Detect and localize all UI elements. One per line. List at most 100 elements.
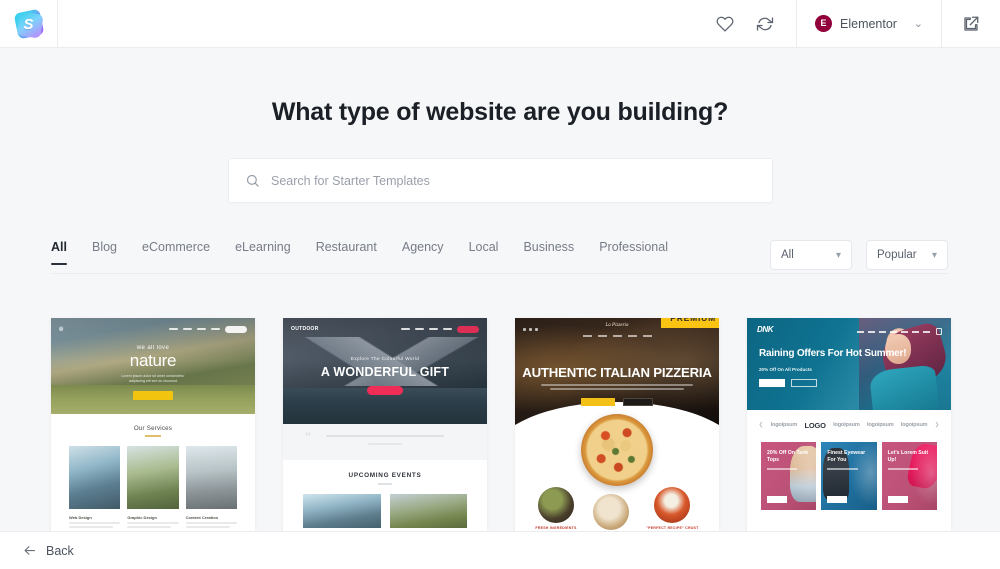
template-card-dnk[interactable]: DNK Raining Offers For Hot Summer! 20% O… <box>747 318 951 534</box>
hero-eyebrow: we all love <box>136 345 170 351</box>
page-title: What type of website are you building? <box>271 98 729 126</box>
preview-events-section: UPCOMING EVENTS <box>283 460 487 534</box>
search-input[interactable] <box>271 173 756 188</box>
hero-title: A WONDERFUL GIFT <box>320 365 450 379</box>
hero-subtext: Lorem ipsum dolor sit amet consectetur ad… <box>121 373 185 384</box>
app-logo[interactable]: S <box>0 0 58 48</box>
services-captions: Web Design Graphic Design Content Creati… <box>51 509 255 528</box>
preview-nav-links <box>169 325 247 333</box>
service-label: Content Creation <box>185 514 219 520</box>
template-card-pizzeria[interactable]: PREMIUM La Pizzeria AUTHENTIC ITALIAN PI… <box>515 318 719 534</box>
starter-templates-logo-icon: S <box>13 8 44 40</box>
chevron-down-icon: ▾ <box>931 249 937 261</box>
events-title: UPCOMING EVENTS <box>348 472 422 479</box>
premium-badge: PREMIUM <box>661 318 719 328</box>
social-icons <box>523 327 538 331</box>
tab-blog[interactable]: Blog <box>92 240 117 265</box>
chevron-down-icon: ▾ <box>835 249 841 261</box>
preview-testimonial: “ <box>283 424 487 460</box>
services-title: Our Services <box>133 425 173 432</box>
preview-logo-carousel: ❮ logoipsum LOGO logoipsum logoipsum log… <box>747 410 951 440</box>
bottom-bar: Back <box>0 531 1000 569</box>
tab-business[interactable]: Business <box>523 240 574 265</box>
preview-brand-icon: ◎ <box>59 326 64 332</box>
tab-restaurant[interactable]: Restaurant <box>316 240 377 265</box>
tab-all[interactable]: All <box>51 240 67 265</box>
open-external-button[interactable] <box>942 0 1000 47</box>
elementor-logo-icon: E <box>815 15 832 32</box>
template-preview-hero: DNK Raining Offers For Hot Summer! 20% O… <box>747 318 951 410</box>
arrow-left-icon <box>24 546 36 555</box>
favorites-heart-icon[interactable] <box>716 15 734 33</box>
preview-hero-copy: we all love nature Lorem ipsum dolor sit… <box>51 345 255 400</box>
preview-nav: OUTDOOR <box>283 324 487 334</box>
chevron-down-icon: ⌄ <box>913 18 923 30</box>
template-preview-hero: OUTDOOR Explore The Colourful World A WO… <box>283 318 487 424</box>
promo-title: 20% Off On Tank Tops <box>767 450 809 464</box>
tab-agency[interactable]: Agency <box>402 240 444 265</box>
filter-row: All Blog eCommerce eLearning Restaurant … <box>51 240 948 274</box>
tab-professional[interactable]: Professional <box>599 240 668 265</box>
hero-title: Raining Offers For Hot Summer! <box>759 348 907 359</box>
preview-nav-links <box>515 335 719 337</box>
back-button-label: Back <box>46 543 74 558</box>
hero-subtext: 20% Off On All Products <box>759 367 812 373</box>
feature-circles: FRESH INGREDIENTS "PERFECT RECIPE" CRUST <box>515 487 719 530</box>
filter-dropdowns: All ▾ Popular ▾ <box>770 240 948 270</box>
logo-item: LOGO <box>804 420 826 430</box>
top-bar-actions <box>694 0 796 47</box>
carousel-prev-icon: ❮ <box>758 422 764 428</box>
logo-letter: S <box>23 15 34 33</box>
page-builder-name: Elementor <box>840 16 897 31</box>
search-icon <box>246 174 259 187</box>
back-button[interactable]: Back <box>22 543 74 558</box>
starter-templates-app: S E Elementor ⌄ What type of website are… <box>0 0 1000 569</box>
logo-item: logoipsum <box>866 422 894 428</box>
sync-refresh-icon[interactable] <box>756 15 774 33</box>
top-bar-spacer <box>58 0 694 47</box>
carousel-next-icon: ❯ <box>934 422 940 428</box>
top-bar: S E Elementor ⌄ <box>0 0 1000 48</box>
tab-elearning[interactable]: eLearning <box>235 240 291 265</box>
service-label: Graphic Design <box>127 514 157 520</box>
preview-nav-links <box>857 328 942 335</box>
preview-brand-name: OUTDOOR <box>291 326 319 332</box>
type-filter-value: All <box>781 249 794 261</box>
filter-divider <box>51 273 948 274</box>
tab-ecommerce[interactable]: eCommerce <box>142 240 210 265</box>
services-thumbnails <box>51 437 255 509</box>
sort-filter-value: Popular <box>877 249 917 261</box>
preview-nav: ◎ <box>51 324 255 334</box>
service-label: Web Design <box>69 514 92 520</box>
open-in-new-tab-icon[interactable] <box>962 15 980 33</box>
pizza-image <box>581 414 653 486</box>
hero-eyebrow: Explore The Colourful World <box>350 356 420 361</box>
template-card-nature[interactable]: ◎ we all love nature Lorem ipsum dolor s… <box>51 318 255 534</box>
hero-cta-buttons <box>515 398 719 406</box>
sort-filter-select[interactable]: Popular ▾ <box>866 240 948 270</box>
logo-item: logoipsum <box>833 422 860 428</box>
feature-label: FRESH INGREDIENTS <box>535 526 577 530</box>
hero-title: nature <box>129 351 177 370</box>
cart-icon <box>936 328 942 335</box>
preview-hero-copy: Explore The Colourful World A WONDERFUL … <box>283 356 487 395</box>
page-builder-selector[interactable]: E Elementor ⌄ <box>797 0 941 47</box>
type-filter-select[interactable]: All ▾ <box>770 240 852 270</box>
category-tabs: All Blog eCommerce eLearning Restaurant … <box>51 240 668 265</box>
search-bar[interactable] <box>228 158 773 203</box>
hero-cta-button <box>133 390 173 400</box>
template-card-outdoor[interactable]: OUTDOOR Explore The Colourful World A WO… <box>283 318 487 534</box>
template-grid: ◎ we all love nature Lorem ipsum dolor s… <box>51 318 951 534</box>
feature-label: "PERFECT RECIPE" CRUST <box>646 526 699 530</box>
logo-item: logoipsum <box>900 422 928 428</box>
tab-local[interactable]: Local <box>469 240 499 265</box>
template-preview-hero: ◎ we all love nature Lorem ipsum dolor s… <box>51 318 255 414</box>
preview-brand-name: DNK <box>757 325 774 334</box>
hero-title: AUTHENTIC ITALIAN PIZZERIA <box>522 365 712 380</box>
hero-cta-buttons <box>759 379 906 388</box>
logo-item: logoipsum <box>770 422 798 428</box>
preview-nav-links <box>401 325 479 333</box>
preview-services-section: Our Services Web Design Graphic Design C… <box>51 414 255 534</box>
events-thumbnails <box>283 485 487 528</box>
hero-cta-button <box>367 386 403 395</box>
